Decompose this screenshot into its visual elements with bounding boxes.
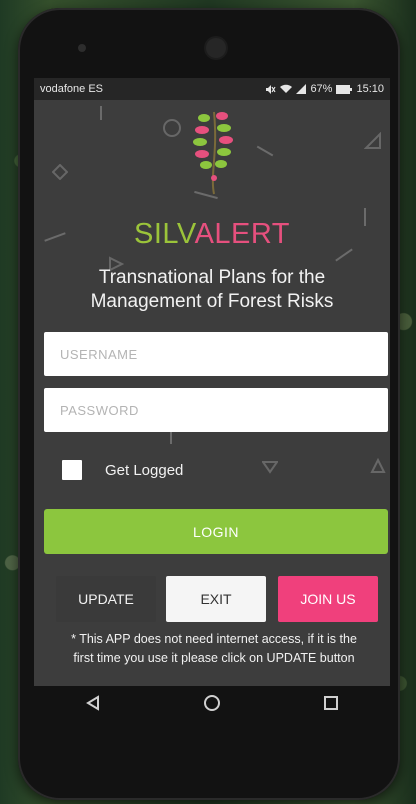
info-note-line-1: * This APP does not need internet access… (71, 632, 357, 646)
signal-icon (296, 84, 307, 94)
join-us-button[interactable]: JOIN US (278, 576, 378, 622)
battery-percent: 67% (310, 83, 333, 95)
front-camera (206, 38, 226, 58)
decorative-triangle-icon (370, 458, 386, 473)
app-screen: vodafone ES 67% 15:10 SILVALERT Transnat… (34, 78, 390, 686)
clock: 15:10 (356, 83, 384, 95)
home-circle-icon (203, 695, 220, 711)
recents-square-icon (323, 696, 338, 710)
decorative-circle-icon (163, 119, 181, 137)
tagline-line-1: Transnational Plans for the (98, 267, 326, 288)
system-nav-bar (34, 686, 390, 720)
decorative-triangle-icon (364, 132, 381, 149)
silvalert-logo (193, 111, 233, 195)
decorative-line (256, 145, 274, 157)
carrier-label: vodafone ES (40, 83, 103, 95)
decorative-line (100, 106, 102, 120)
info-note: * This APP does not need internet access… (48, 630, 380, 668)
mute-icon (266, 84, 276, 94)
back-triangle-icon (86, 695, 100, 711)
sensor-dot (78, 44, 86, 52)
wifi-icon (280, 84, 293, 93)
exit-button[interactable]: EXIT (166, 576, 266, 622)
back-button[interactable] (73, 688, 113, 718)
decorative-diamond-icon (52, 164, 68, 180)
decorative-line (170, 432, 172, 444)
app-name: SILVALERT (34, 218, 390, 251)
decorative-triangle-icon (262, 461, 278, 474)
get-logged-label: Get Logged (105, 462, 184, 479)
app-name-part-alert: ALERT (194, 218, 291, 250)
tagline: Transnational Plans for the Management o… (34, 266, 390, 314)
app-name-part-silv: SILV (133, 218, 195, 250)
get-logged-checkbox[interactable] (62, 460, 82, 480)
tagline-line-2: Management of Forest Risks (90, 291, 334, 312)
login-button[interactable]: LOGIN (44, 509, 388, 554)
username-input[interactable] (44, 332, 388, 376)
update-button[interactable]: UPDATE (56, 576, 156, 622)
password-input[interactable] (44, 388, 388, 432)
status-bar: vodafone ES 67% 15:10 (34, 78, 390, 100)
recents-button[interactable] (311, 688, 351, 718)
home-button[interactable] (192, 688, 232, 718)
battery-icon (336, 84, 353, 94)
info-note-line-2: first time you use it please click on UP… (73, 651, 355, 665)
